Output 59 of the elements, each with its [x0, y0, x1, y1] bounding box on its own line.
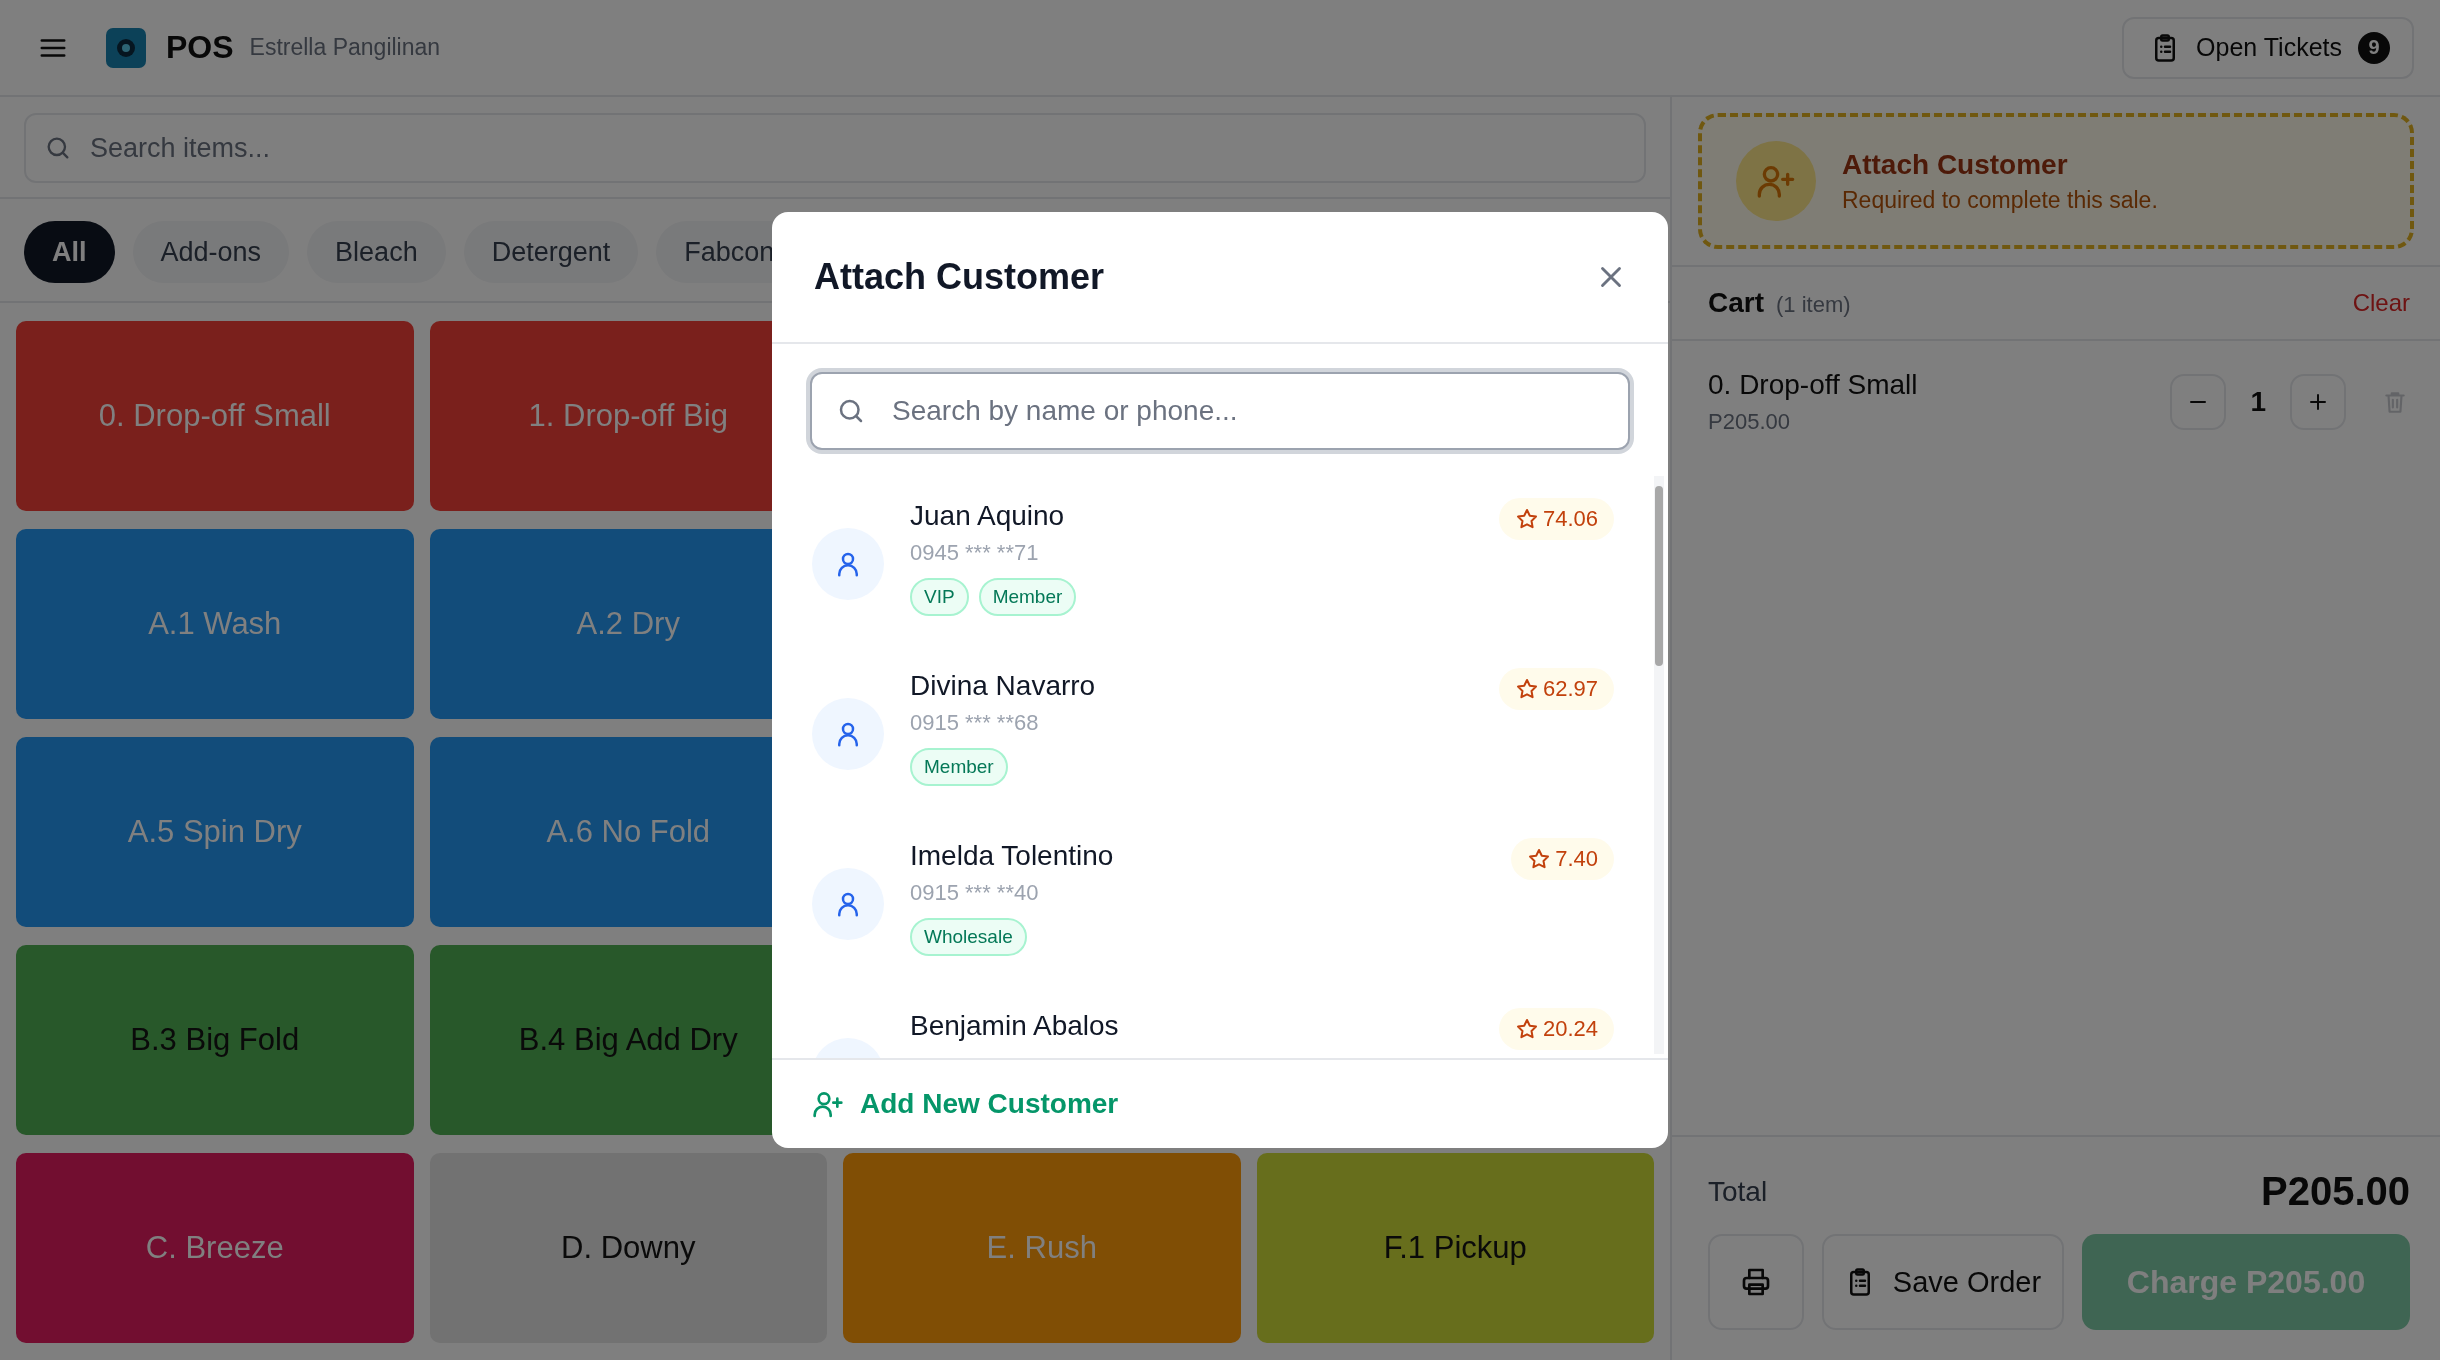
- star-icon: [1514, 1017, 1539, 1041]
- scrollbar-thumb[interactable]: [1655, 486, 1663, 666]
- total-label: Total: [1708, 1175, 1768, 1208]
- prompt-subtitle: Required to complete this sale.: [1842, 186, 2158, 214]
- points-value: 62.97: [1542, 676, 1598, 702]
- cart-title: Cart: [1708, 287, 1764, 319]
- delete-button[interactable]: [2382, 389, 2408, 415]
- item-tile[interactable]: A.1 Wash: [16, 529, 414, 719]
- category-chip[interactable]: Detergent: [463, 221, 639, 283]
- scrollbar[interactable]: [1654, 476, 1664, 1054]
- customer-phone: 0915 *** **40: [910, 880, 1040, 906]
- logo-icon: [106, 27, 146, 68]
- customer-phone: 0945 *** **71: [910, 540, 1040, 566]
- quantity: 1: [2250, 386, 2266, 418]
- item-tile[interactable]: B.3 Big Fold: [16, 945, 414, 1135]
- increase-button[interactable]: [2290, 374, 2346, 430]
- count-badge: 9: [2358, 31, 2390, 64]
- app-name: POS: [166, 29, 234, 66]
- points-value: 20.24: [1542, 1016, 1598, 1042]
- customer-tag: Wholesale: [910, 918, 1027, 956]
- item-tile[interactable]: F.1 Pickup: [1256, 1153, 1654, 1343]
- customer-search-field[interactable]: Search by name or phone...: [810, 372, 1630, 450]
- dialog-title: Attach Customer: [814, 256, 1105, 298]
- star-icon: [1514, 507, 1539, 531]
- category-chip[interactable]: All: [24, 221, 115, 283]
- category-chip[interactable]: Add-ons: [132, 221, 290, 283]
- item-name: 0. Drop-off Small: [1708, 369, 1918, 401]
- total-amount: P205.00: [2260, 1169, 2410, 1214]
- user-name: Estrella Pangilinan: [249, 34, 441, 61]
- points-value: 74.06: [1542, 506, 1598, 532]
- attach-customer-card[interactable]: Attach Customer Required to complete this sale.: [1698, 113, 2414, 249]
- item-tile[interactable]: A.5 Spin Dry: [16, 737, 414, 927]
- item-tile[interactable]: C. Breeze: [16, 1153, 414, 1343]
- star-icon: [1514, 677, 1539, 701]
- customer-tag: Member: [910, 748, 1008, 786]
- item-price: P205.00: [1708, 409, 1791, 435]
- customer-name: Juan Aquino: [910, 500, 1066, 532]
- printer-icon: [1740, 1266, 1772, 1298]
- item-tile[interactable]: 0. Drop-off Small: [16, 321, 414, 511]
- points-value: 7.40: [1555, 846, 1598, 872]
- customer-tag: Member: [978, 578, 1077, 616]
- customer-name: Imelda Tolentino: [910, 840, 1115, 872]
- save-order-button[interactable]: Save Order: [1822, 1234, 2064, 1330]
- decrease-button[interactable]: [2170, 374, 2227, 430]
- item-count: (1 item): [1776, 292, 1851, 318]
- print-button[interactable]: [1708, 1234, 1804, 1330]
- customer-phone: 0915 *** **68: [910, 710, 1040, 736]
- prompt-title: Attach Customer: [1842, 148, 2069, 181]
- customer-name: Benjamin Abalos: [910, 1010, 1120, 1042]
- trash-icon: [2382, 389, 2408, 415]
- clear-link[interactable]: Clear: [2352, 289, 2410, 317]
- search-field[interactable]: Search items...: [24, 113, 1646, 183]
- item-tile[interactable]: D. Downy: [429, 1153, 827, 1343]
- category-chip[interactable]: Bleach: [307, 221, 446, 283]
- customer-tag: VIP: [910, 578, 969, 616]
- customer-name: Divina Navarro: [910, 670, 1097, 702]
- minus-icon: [2189, 400, 2208, 404]
- star-icon: [1527, 847, 1552, 871]
- open-tickets-button[interactable]: Open Tickets 9: [2122, 16, 2414, 79]
